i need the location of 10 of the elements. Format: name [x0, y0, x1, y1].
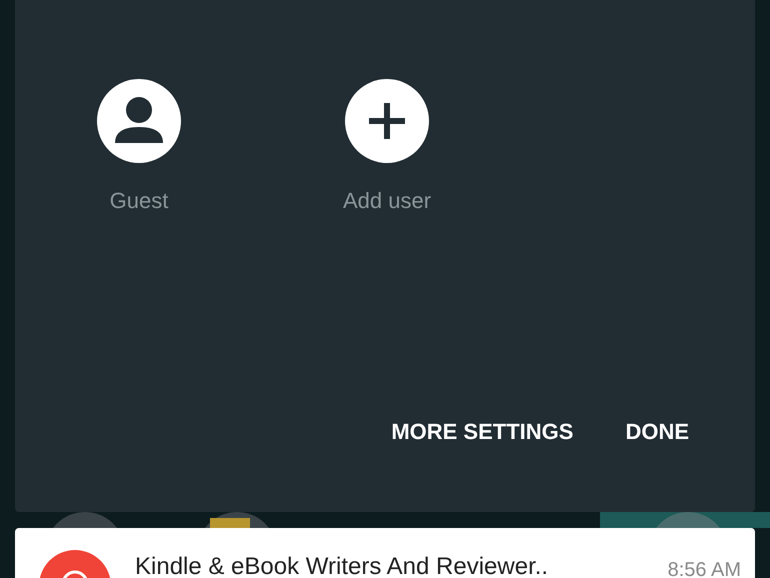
- notification-time: 8:56 AM: [668, 558, 741, 578]
- done-button[interactable]: DONE: [619, 419, 695, 445]
- person-icon[interactable]: [97, 79, 181, 163]
- notification-card[interactable]: Kindle & eBook Writers And Reviewer.. 8:56 AM: [15, 528, 755, 578]
- notification-title: Kindle & eBook Writers And Reviewer..: [135, 552, 548, 578]
- user-name[interactable]: Guest: [110, 188, 168, 214]
- user-name[interactable]: Add user: [342, 188, 432, 214]
- more-settings-button[interactable]: MORE SETTINGS: [385, 419, 580, 445]
- add-icon[interactable]: [345, 79, 429, 163]
- app-icon: [39, 550, 111, 578]
